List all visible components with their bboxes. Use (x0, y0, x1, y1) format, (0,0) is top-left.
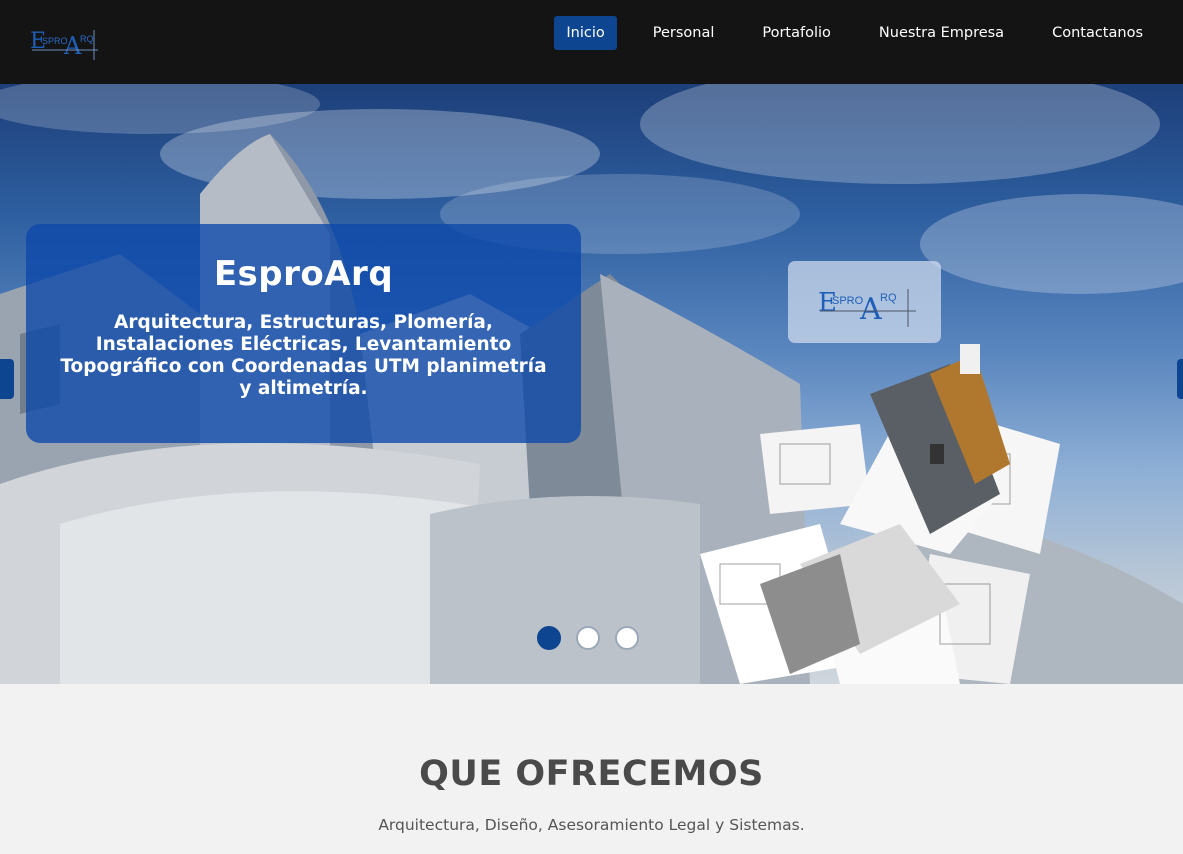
carousel-indicators (537, 626, 654, 650)
brand-logo[interactable]: E SPRO A RQ (28, 24, 108, 64)
hero-title: EsproArq (213, 254, 394, 294)
hero-caption: EsproArq Arquitectura, Estructuras, Plom… (26, 224, 581, 443)
main-nav: Inicio Personal Portafolio Nuestra Empre… (530, 16, 1155, 50)
hero-logo-badge: E SPRO A RQ (788, 261, 941, 343)
carousel-dot-2[interactable] (576, 626, 600, 650)
section-title: QUE OFRECEMOS (419, 754, 764, 794)
svg-text:RQ: RQ (880, 292, 897, 304)
nav-contactanos[interactable]: Contactanos (1040, 16, 1155, 50)
nav-portafolio[interactable]: Portafolio (750, 16, 843, 50)
nav-nuestra-empresa[interactable]: Nuestra Empresa (867, 16, 1016, 50)
services-section: QUE OFRECEMOS Arquitectura, Diseño, Ases… (0, 684, 1183, 854)
hero-text: Arquitectura, Estructuras, Plomería, Ins… (60, 312, 547, 399)
carousel-prev-arrow[interactable] (0, 359, 14, 399)
carousel-dot-1[interactable] (537, 626, 561, 650)
svg-text:SPRO: SPRO (832, 295, 864, 307)
carousel-dot-3[interactable] (615, 626, 639, 650)
carousel-next-arrow[interactable] (1177, 359, 1183, 399)
hero-carousel: EsproArq Arquitectura, Estructuras, Plom… (0, 84, 1183, 684)
nav-inicio[interactable]: Inicio (554, 16, 617, 50)
svg-text:A: A (859, 292, 882, 327)
nav-personal[interactable]: Personal (641, 16, 727, 50)
svg-text:RQ: RQ (80, 34, 94, 44)
section-subtitle: Arquitectura, Diseño, Asesoramiento Lega… (378, 816, 805, 834)
navbar: E SPRO A RQ Inicio Personal Portafolio N… (0, 0, 1183, 84)
